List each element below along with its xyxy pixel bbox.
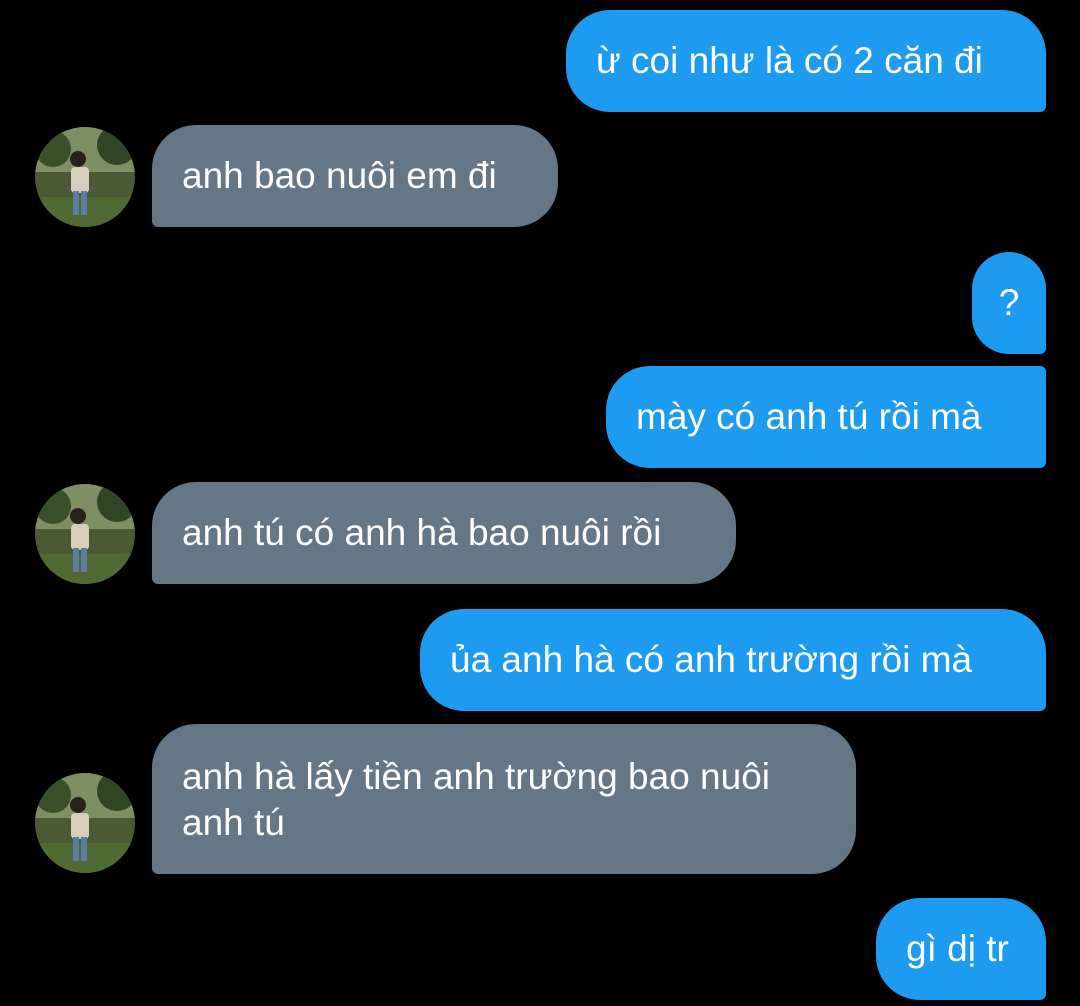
outgoing-message[interactable]: ủa anh hà có anh trường rồi mà	[420, 609, 1046, 711]
user-avatar[interactable]	[35, 127, 135, 227]
incoming-message[interactable]: anh tú có anh hà bao nuôi rồi	[152, 482, 736, 584]
message-text: mày có anh tú rồi mà	[636, 396, 982, 437]
outgoing-message[interactable]: ?	[972, 252, 1046, 354]
message-text: ?	[998, 282, 1020, 323]
message-text: anh tú có anh hà bao nuôi rồi	[182, 512, 662, 553]
outgoing-message[interactable]: gì dị tr	[876, 898, 1046, 1000]
message-text-line: anh hà lấy tiền anh trường bao nuôi	[182, 756, 771, 797]
message-text: ừ coi như là có 2 căn đi	[596, 40, 983, 81]
outgoing-message[interactable]: mày có anh tú rồi mà	[606, 366, 1046, 468]
avatar-photo	[35, 773, 135, 873]
user-avatar[interactable]	[35, 484, 135, 584]
avatar-photo	[35, 484, 135, 584]
incoming-message[interactable]: anh hà lấy tiền anh trường bao nuôi anh …	[152, 724, 856, 874]
message-text: gì dị tr	[906, 928, 1009, 969]
message-text: anh bao nuôi em đi	[182, 155, 497, 196]
outgoing-message[interactable]: ừ coi như là có 2 căn đi	[566, 10, 1046, 112]
message-text: ủa anh hà có anh trường rồi mà	[450, 639, 973, 680]
avatar-photo	[35, 127, 135, 227]
message-text-line: anh tú	[182, 802, 285, 843]
conversation-thread: ừ coi như là có 2 căn đi anh bao nuôi em…	[0, 0, 1080, 1006]
incoming-message[interactable]: anh bao nuôi em đi	[152, 125, 558, 227]
user-avatar[interactable]	[35, 773, 135, 873]
